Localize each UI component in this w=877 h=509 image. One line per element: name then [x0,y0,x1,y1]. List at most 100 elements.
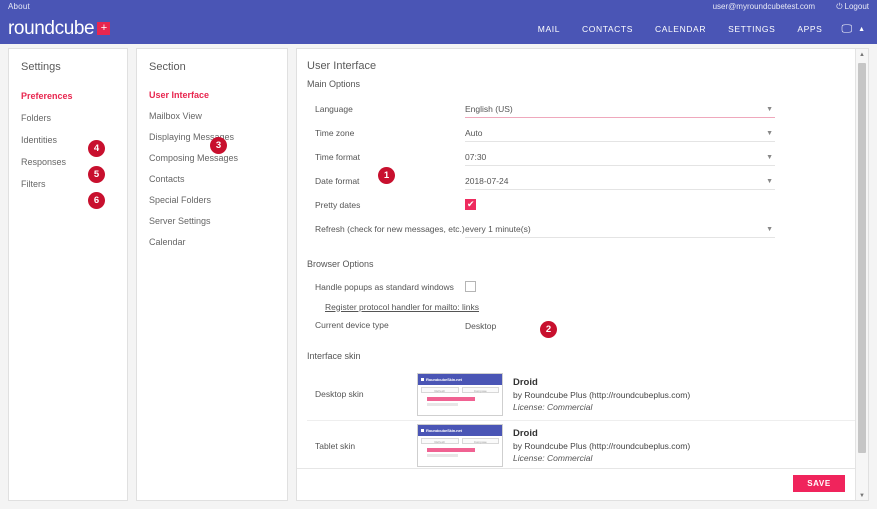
app-header: roundcube + MAIL CONTACTS CALENDAR SETTIN… [0,14,877,44]
annotation-badge-3: 3 [210,137,227,154]
section-item-server-settings[interactable]: Server Settings [149,211,299,232]
nav-item-apps[interactable]: APPS [786,24,833,34]
date-format-select-value: 2018-07-24 [465,176,509,186]
roundcube-settings-page: About user@myroundcubetest.com ⏻ Logout r… [0,0,877,509]
page-title: User Interface [307,60,377,72]
section-item-special-folders[interactable]: Special Folders [149,190,299,211]
thumb-message-list [418,395,502,406]
option-row-language: Language English (US) ▼ [307,97,855,121]
logout-button[interactable]: ⏻ Logout [836,2,869,12]
option-label-refresh: Refresh (check for new messages, etc.) [315,224,465,234]
option-label-prettydates: Pretty dates [315,200,361,210]
refresh-select-value: every 1 minute(s) [465,224,531,234]
section-menu: User Interface Mailbox View Displaying M… [149,85,299,253]
timezone-select[interactable]: Auto ▼ [465,124,775,142]
section-item-calendar[interactable]: Calendar [149,232,299,253]
vertical-scrollbar[interactable]: ▲ ▼ [855,49,868,500]
nav-item-settings[interactable]: SETTINGS [717,24,786,34]
sidebar-item-filters[interactable]: Filters [21,173,139,195]
time-format-select[interactable]: 07:30 ▼ [465,148,775,166]
sidebar-item-identities[interactable]: Identities [21,129,139,151]
logo-plus-badge: + [97,22,111,35]
skin-row-tablet: Tablet skin RoundcubeSkin.net Refresh Co… [307,420,855,471]
annotation-badge-1: 1 [378,167,395,184]
scroll-up-arrow-icon[interactable]: ▲ [856,49,868,61]
thumb-message-list [418,446,502,457]
thumb-title-tablet: RoundcubeSkin.net [426,428,462,433]
settings-menu: Preferences Folders Identities Responses… [21,85,139,195]
section-item-mailbox-view[interactable]: Mailbox View [149,106,299,127]
skins-table: Desktop skin RoundcubeSkin.net Refresh C… [307,369,855,472]
sidebar-item-folders[interactable]: Folders [21,107,139,129]
sidebar-item-responses[interactable]: Responses [21,151,139,173]
nav-item-mail[interactable]: MAIL [527,24,571,34]
option-value-timezone: Auto ▼ [465,121,855,145]
skin-name-desktop: Droid [513,376,538,388]
sidebar-item-preferences[interactable]: Preferences [21,85,139,107]
option-row-popups: Handle popups as standard windows [307,277,855,296]
main-navigation: MAIL CONTACTS CALENDAR SETTINGS APPS 🖵 ▲ [527,14,869,44]
thumb-row-plain [427,402,459,406]
section-item-user-interface[interactable]: User Interface [149,85,299,106]
scrollbar-thumb[interactable] [858,63,866,453]
handle-popups-checkbox[interactable] [465,280,476,292]
interface-skin-heading: Interface skin [307,351,361,361]
settings-scroll-body: Main Options Language English (US) ▼ Tim… [297,79,857,472]
thumb-menu-icon [421,429,424,432]
skin-license-desktop: License: Commercial [513,401,593,412]
power-icon: ⏻ [836,2,843,11]
option-value-dateformat: 2018-07-24 ▼ [465,169,855,193]
nav-item-contacts[interactable]: CONTACTS [571,24,644,34]
top-utility-bar: About user@myroundcubetest.com ⏻ Logout [0,0,877,14]
thumb-compose-button-desktop: Compose [461,386,499,393]
skin-thumbnail-desktop[interactable]: RoundcubeSkin.net Refresh Compose [417,372,503,416]
section-panel: Section User Interface Mailbox View Disp… [136,48,288,501]
option-label-timeformat: Time format [315,152,361,162]
thumb-row-highlight [427,448,476,452]
skin-author-desktop: by Roundcube Plus (http://roundcubeplus.… [513,389,691,400]
logo-text: roundcube [8,18,95,39]
option-value-language: English (US) ▼ [465,97,855,121]
option-label-timezone: Time zone [315,128,355,138]
option-value-refresh: every 1 minute(s) ▼ [465,217,855,241]
thumb-toolbar: Refresh Compose [418,385,502,395]
annotation-badge-5: 5 [88,166,105,183]
chevron-down-icon: ▼ [766,106,773,113]
monitor-icon[interactable]: 🖵 [833,23,858,36]
option-row-timezone: Time zone Auto ▼ [307,121,855,145]
skin-label-tablet: Tablet skin [315,440,356,451]
chevron-up-icon[interactable]: ▲ [858,26,869,33]
nav-item-calendar[interactable]: CALENDAR [644,24,717,34]
section-item-contacts[interactable]: Contacts [149,169,299,190]
time-format-select-value: 07:30 [465,152,487,162]
save-button[interactable]: SAVE [793,475,845,492]
pretty-dates-checkbox[interactable] [465,198,476,211]
option-row-refresh: Refresh (check for new messages, etc.) e… [307,217,855,241]
skin-license-tablet: License: Commercial [513,453,593,463]
browser-options-table: Handle popups as standard windows Regist… [307,277,855,334]
thumb-compose-button-tablet: Compose [461,438,499,444]
option-value-popups [465,277,855,296]
chevron-down-icon: ▼ [766,154,773,161]
timezone-select-value: Auto [465,128,483,138]
thumb-menu-icon [421,377,424,381]
scroll-down-arrow-icon[interactable]: ▼ [856,490,868,500]
about-link[interactable]: About [8,2,30,11]
skin-author-tablet: by Roundcube Plus (http://roundcubeplus.… [513,441,691,451]
thumb-refresh-button-desktop: Refresh [421,386,459,393]
thumb-row-highlight [427,396,476,401]
skin-thumbnail-tablet[interactable]: RoundcubeSkin.net Refresh Compose [417,424,503,467]
protocol-handler-cell: Register protocol handler for mailto: li… [307,296,855,315]
refresh-select[interactable]: every 1 minute(s) ▼ [465,220,775,238]
roundcube-logo[interactable]: roundcube + [8,18,111,40]
chevron-down-icon: ▼ [766,130,773,137]
thumb-header: RoundcubeSkin.net [418,425,502,436]
main-panel-footer: SAVE [297,468,857,500]
date-format-select[interactable]: 2018-07-24 ▼ [465,172,775,190]
language-select[interactable]: English (US) ▼ [465,100,775,118]
thumb-toolbar: Refresh Compose [418,436,502,446]
chevron-down-icon: ▼ [766,178,773,185]
register-protocol-handler-link[interactable]: Register protocol handler for mailto: li… [325,302,479,312]
thumb-title-desktop: RoundcubeSkin.net [426,376,462,382]
logout-label: Logout [844,2,869,11]
